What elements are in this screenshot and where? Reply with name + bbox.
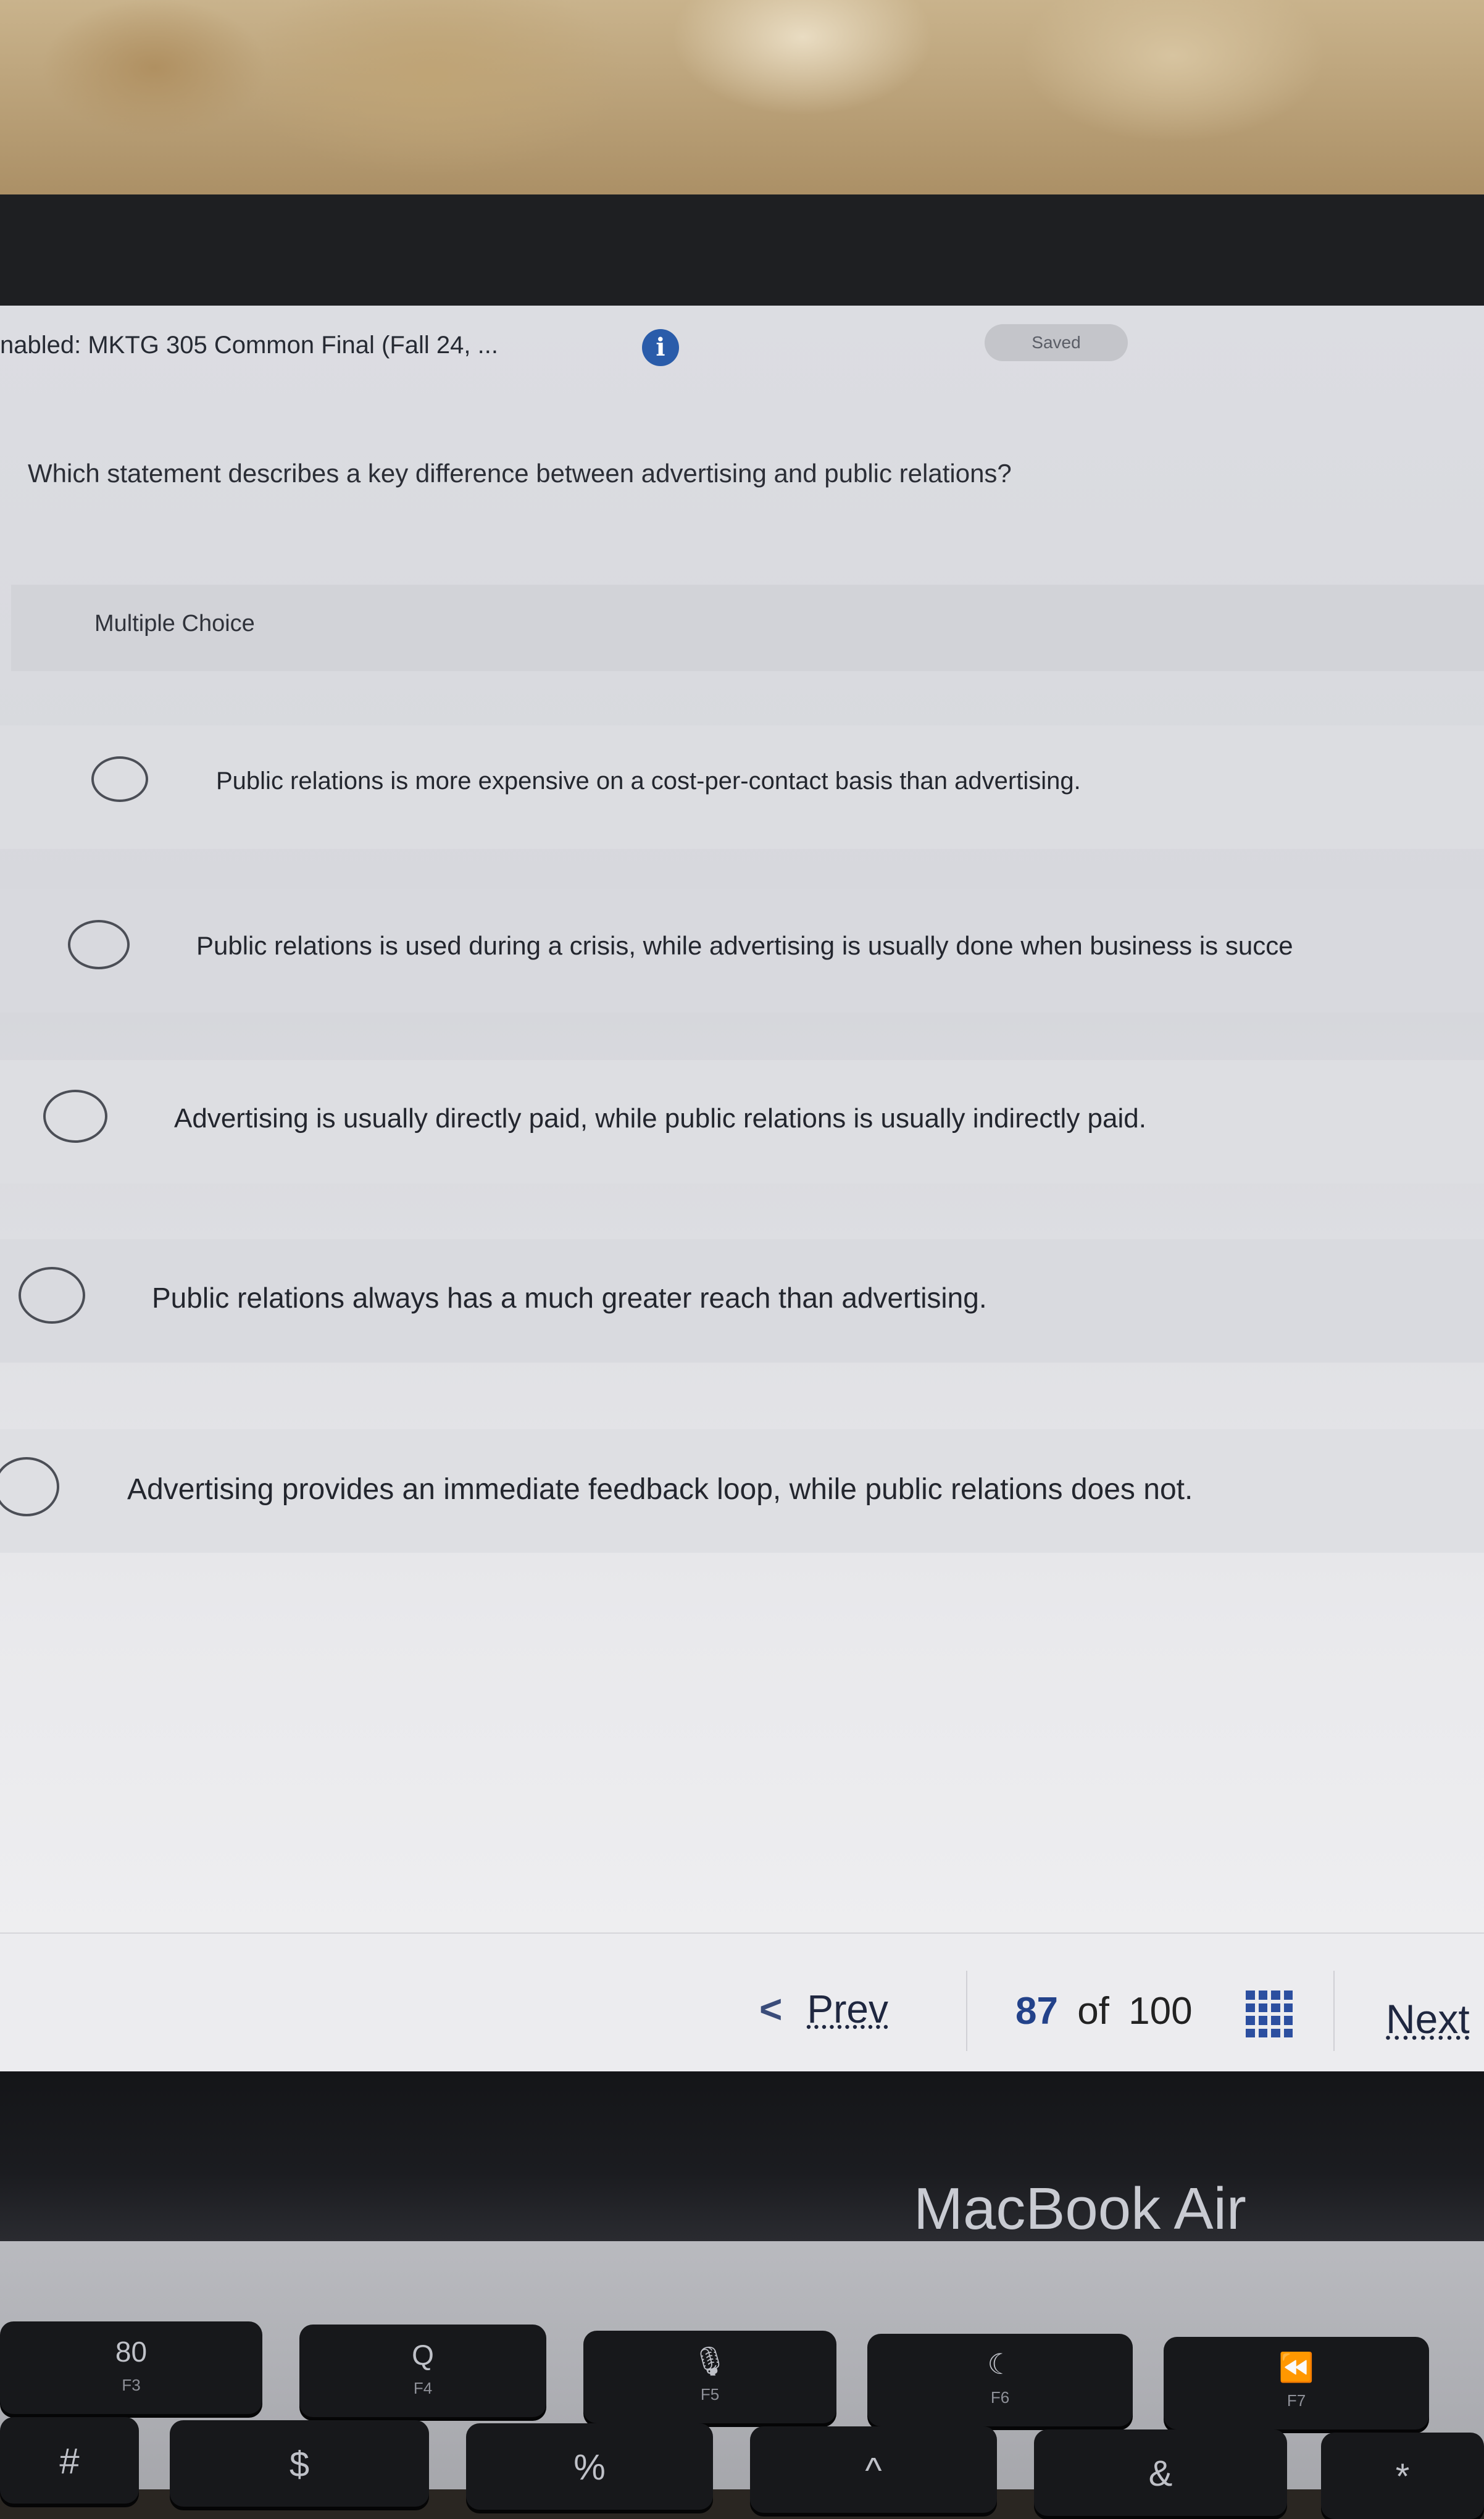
key-8[interactable]: * (1321, 2433, 1484, 2519)
answer-option-text: Public relations is more expensive on a … (216, 767, 1081, 795)
prev-label: Prev (807, 1987, 888, 2031)
microphone-icon: 🎙 (691, 2345, 728, 2377)
key-4[interactable]: $ (170, 2420, 429, 2507)
exam-title: nabled: MKTG 305 Common Final (Fall 24, … (0, 332, 498, 359)
key-f5[interactable]: 🎙 F5 (583, 2331, 836, 2423)
key-7[interactable]: & (1034, 2429, 1287, 2516)
of-label: of (1077, 1990, 1109, 2032)
rewind-icon: ⏪ (1278, 2351, 1314, 2383)
question-type-header: Multiple Choice (11, 585, 1484, 671)
key-f3[interactable]: 80 F3 (0, 2321, 262, 2414)
answer-option-2[interactable]: Public relations is used during a crisis… (0, 889, 1484, 1013)
key-3[interactable]: # (0, 2417, 139, 2504)
question-prompt: Which statement describes a key differen… (28, 459, 1012, 488)
exam-header: nabled: MKTG 305 Common Final (Fall 24, … (0, 306, 1484, 392)
answer-option-text: Public relations is used during a crisis… (196, 931, 1293, 960)
page-counter: 87 of 100 (1015, 1989, 1193, 2033)
key-6[interactable]: ^ (750, 2426, 997, 2513)
laptop-chin: MacBook Air (0, 2071, 1484, 2242)
nav-divider (1333, 1971, 1335, 2051)
radio-button[interactable] (19, 1267, 85, 1324)
answer-option-3[interactable]: Advertising is usually directly paid, wh… (0, 1060, 1484, 1184)
key-f6[interactable]: ☾ F6 (867, 2334, 1133, 2426)
saved-status-badge: Saved (985, 324, 1128, 361)
chevron-left-icon: < (759, 1987, 783, 2031)
question-grid-icon[interactable] (1246, 1991, 1293, 2037)
radio-button[interactable] (0, 1457, 59, 1516)
question-type-label: Multiple Choice (94, 611, 255, 637)
answer-option-4[interactable]: Public relations always has a much great… (0, 1239, 1484, 1363)
answer-option-text: Public relations always has a much great… (152, 1282, 987, 1314)
moon-icon: ☾ (987, 2348, 1013, 2380)
answer-option-text: Advertising provides an immediate feedba… (127, 1473, 1193, 1506)
exam-screen: nabled: MKTG 305 Common Final (Fall 24, … (0, 306, 1484, 2071)
device-brand-label: MacBook Air (914, 2176, 1246, 2242)
laptop-bezel (0, 194, 1484, 454)
radio-button[interactable] (91, 756, 148, 802)
key-5[interactable]: % (466, 2423, 713, 2510)
next-button[interactable]: Next (1386, 1995, 1470, 2042)
prev-button[interactable]: < Prev (759, 1986, 888, 2032)
radio-button[interactable] (43, 1090, 107, 1143)
key-f4[interactable]: Q F4 (299, 2325, 546, 2417)
nav-divider (966, 1971, 967, 2051)
info-icon[interactable]: i (642, 329, 679, 366)
answer-option-5[interactable]: Advertising provides an immediate feedba… (0, 1429, 1484, 1553)
current-page-number: 87 (1015, 1990, 1058, 2032)
background-plant-photo (0, 0, 1484, 210)
radio-button[interactable] (68, 920, 130, 969)
keyboard: 80 F3 Q F4 🎙 F5 ☾ F6 ⏪ F7 # $ % ^ & * (0, 2241, 1484, 2519)
mission-control-icon: 80 (115, 2336, 148, 2368)
search-icon: Q (412, 2339, 434, 2371)
question-navigation-bar: < Prev 87 of 100 Next (0, 1932, 1484, 2071)
answer-option-text: Advertising is usually directly paid, wh… (174, 1103, 1146, 1134)
total-pages: 100 (1128, 1990, 1193, 2032)
key-f7[interactable]: ⏪ F7 (1164, 2337, 1429, 2429)
answer-option-1[interactable]: Public relations is more expensive on a … (0, 725, 1484, 849)
